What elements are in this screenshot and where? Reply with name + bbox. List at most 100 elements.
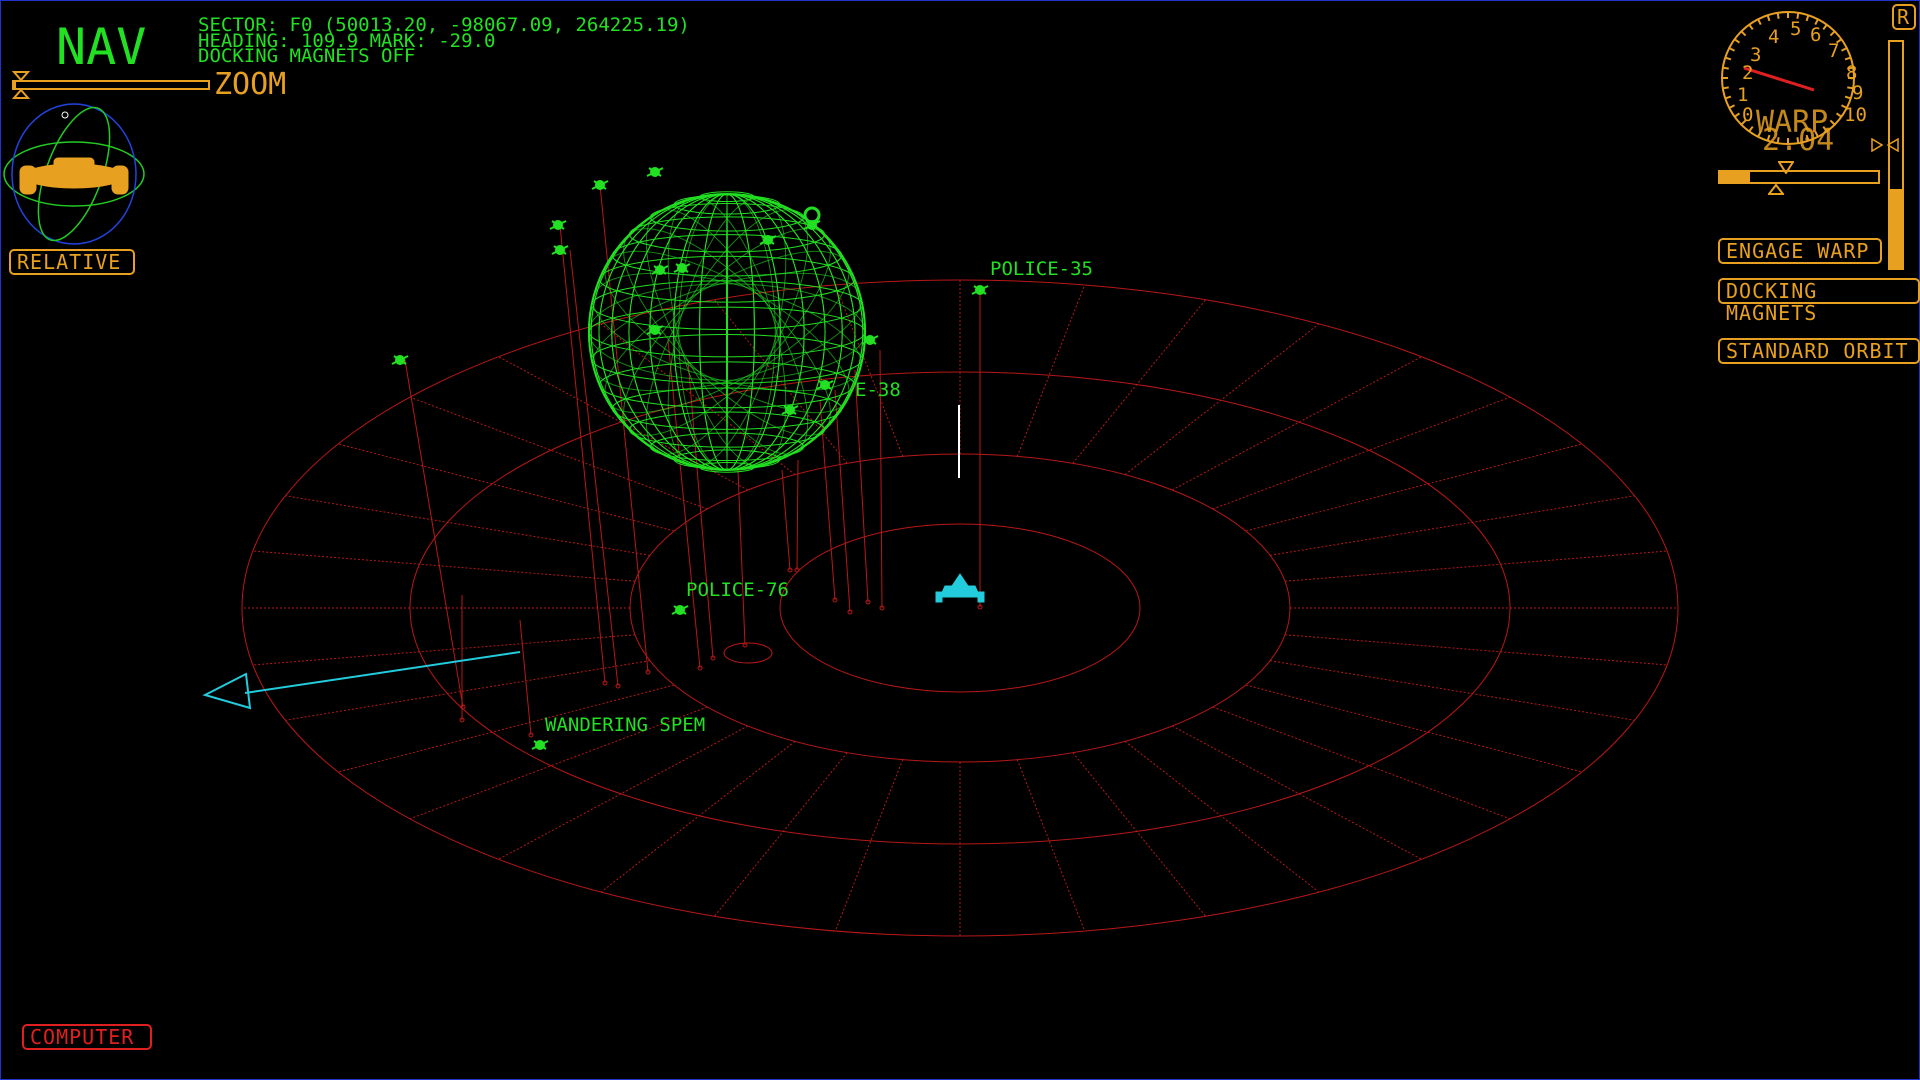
warp-dial-number: 4 <box>1768 26 1780 48</box>
grid-spoke <box>1270 495 1635 556</box>
contact-ship-icon <box>671 605 689 615</box>
grid-spoke <box>1016 759 1086 932</box>
warp-value: 2.04 <box>1762 123 1835 158</box>
planet-longitude <box>726 193 728 471</box>
contact-label-police-35[interactable]: POLICE-35 <box>990 260 1093 279</box>
screen-title: NAV <box>56 18 147 76</box>
dial-tick <box>1805 14 1810 22</box>
altitude-line <box>737 469 746 646</box>
grid-spoke <box>714 752 848 917</box>
grid-spoke <box>252 634 636 666</box>
warp-dial-number: 6 <box>1810 24 1822 46</box>
engage-warp-button[interactable]: ENGAGE WARP <box>1718 238 1882 264</box>
orientation-gyro <box>3 103 145 245</box>
dial-tick <box>1776 12 1780 19</box>
dial-tick <box>1728 47 1735 52</box>
warp-slider[interactable] <box>1718 170 1880 195</box>
contact-ship-icon <box>531 740 549 750</box>
grid-ring <box>629 453 1291 763</box>
altitude-line <box>519 619 532 736</box>
station-ring-icon <box>803 206 821 224</box>
contact-ship-icon <box>651 265 669 275</box>
dial-tick <box>1822 24 1828 31</box>
dial-tick <box>1748 125 1754 132</box>
grid-spoke <box>1212 706 1511 820</box>
throttle-handle-icon[interactable] <box>1870 138 1900 152</box>
r-button[interactable]: R <box>1892 4 1916 30</box>
ship-model-icon <box>19 157 129 195</box>
nav-3d-view[interactable] <box>0 0 1920 1080</box>
warp-dial-number: 7 <box>1828 40 1840 62</box>
grid-spoke <box>1284 550 1668 582</box>
grid-spoke <box>834 759 904 932</box>
contact-ship-icon <box>759 235 777 245</box>
dial-tick <box>1835 112 1842 118</box>
warp-needle <box>1743 66 1815 92</box>
dial-tick <box>1829 30 1836 37</box>
dial-tick <box>1748 24 1754 31</box>
contact-ship-icon <box>549 220 567 230</box>
computer-button[interactable]: COMPUTER <box>22 1024 152 1050</box>
grid-spoke <box>1072 299 1206 464</box>
warp-slider-handle-icon[interactable] <box>1768 184 1784 196</box>
contact-label-wandering-spem[interactable]: WANDERING SPEM <box>545 716 705 735</box>
dial-tick <box>1728 104 1735 109</box>
altitude-line <box>559 224 606 684</box>
dial-tick <box>1841 47 1848 52</box>
contact-ship-icon <box>551 245 569 255</box>
grid-spoke <box>1072 752 1206 917</box>
dial-tick <box>1757 18 1762 25</box>
contact-ship-icon <box>971 285 989 295</box>
warp-dial-number: 8 <box>1846 62 1858 84</box>
zoom-label: ZOOM <box>214 67 287 102</box>
dial-tick <box>1722 66 1729 70</box>
warp-dial-number: 10 <box>1844 104 1867 126</box>
grid-spoke <box>338 443 675 532</box>
contact-ship-icon <box>781 405 799 415</box>
grid-spoke <box>600 740 796 893</box>
altitude-line <box>569 249 619 687</box>
dial-tick <box>1724 95 1732 100</box>
contact-ship-icon <box>591 180 609 190</box>
relative-button[interactable]: RELATIVE <box>9 249 135 275</box>
throttle-fill <box>1888 189 1904 270</box>
altitude-line <box>687 359 714 659</box>
origin-ring <box>723 642 773 664</box>
zoom-handle-icon[interactable] <box>12 70 32 100</box>
grid-spoke <box>1124 323 1320 476</box>
grid-spoke <box>1245 684 1582 773</box>
grid-spoke <box>1171 725 1422 860</box>
warp-dial-number: 2 <box>1742 62 1754 84</box>
grid-spoke <box>1212 396 1511 510</box>
player-ship <box>935 573 985 603</box>
altitude-line <box>834 389 851 613</box>
warp-dial-number: 9 <box>1852 82 1864 104</box>
altitude-line <box>781 469 791 571</box>
docking-magnets-button[interactable]: DOCKING MAGNETS <box>1718 278 1920 324</box>
nav-grid <box>241 279 1679 937</box>
grid-spoke <box>1270 660 1635 721</box>
grid-spoke <box>1016 284 1086 457</box>
contact-ship-icon <box>391 355 409 365</box>
altitude-line <box>796 459 799 571</box>
warp-dial-number: 0 <box>1742 104 1754 126</box>
grid-spoke <box>285 660 650 721</box>
contact-ship-icon <box>673 263 691 273</box>
dial-tick <box>1740 30 1747 37</box>
throttle-bar[interactable] <box>1888 40 1904 270</box>
grid-spoke <box>285 495 650 556</box>
standard-orbit-button[interactable]: STANDARD ORBIT <box>1718 338 1920 364</box>
contact-label-police-76[interactable]: POLICE-76 <box>686 581 789 600</box>
altitude-line <box>854 369 869 603</box>
zoom-slider[interactable] <box>10 71 210 99</box>
grid-spoke <box>252 550 636 582</box>
contact-ship-icon <box>646 167 664 177</box>
docking-status: DOCKING MAGNETS OFF <box>198 45 416 67</box>
warp-slider-fill <box>1718 170 1750 184</box>
dial-tick <box>1722 86 1729 90</box>
contact-label-police-38[interactable]: E-38 <box>855 381 901 400</box>
dial-tick <box>1734 38 1741 44</box>
grid-spoke <box>1284 634 1668 666</box>
dial-tick <box>1724 56 1732 61</box>
dial-tick <box>1734 112 1741 118</box>
